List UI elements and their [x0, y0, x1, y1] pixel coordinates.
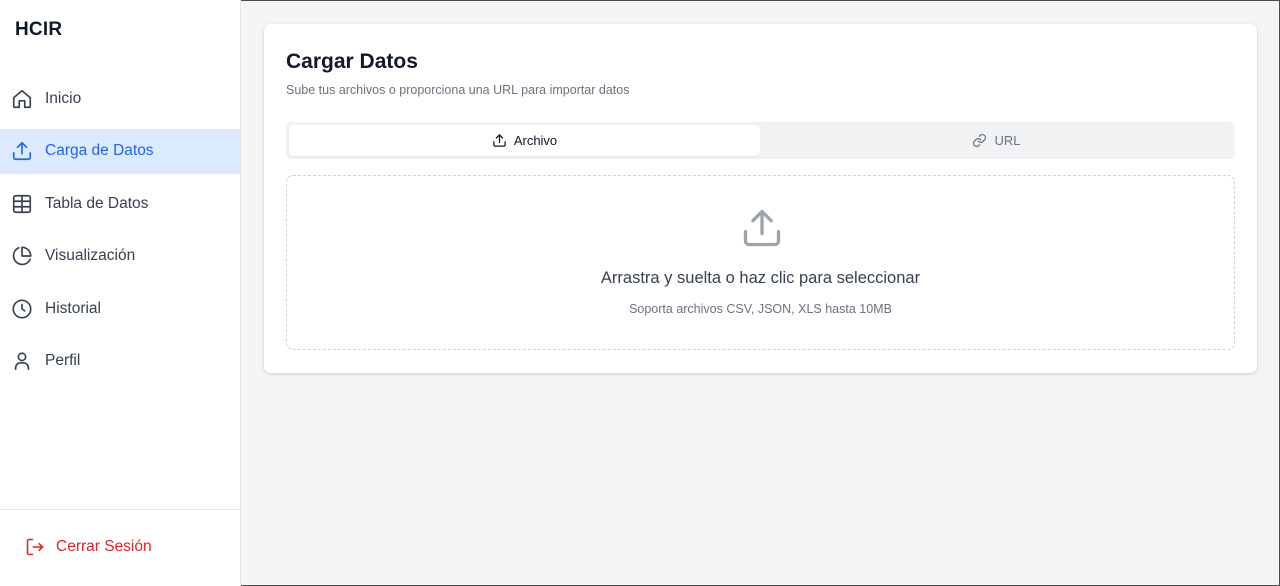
tab-archivo[interactable]: Archivo: [289, 125, 760, 156]
pie-chart-icon: [11, 245, 33, 267]
table-icon: [11, 193, 33, 215]
sidebar-item-perfil[interactable]: Perfil: [0, 339, 240, 384]
dropzone-text: Arrastra y suelta o haz clic para selecc…: [600, 269, 921, 287]
tab-label: Archivo: [513, 133, 558, 148]
file-dropzone[interactable]: Arrastra y suelta o haz clic para selecc…: [286, 175, 1235, 350]
sidebar-item-label: Historial: [45, 299, 101, 317]
upload-card: Cargar Datos Sube tus archivos o proporc…: [264, 24, 1257, 373]
sidebar-item-label: Tabla de Datos: [45, 194, 149, 212]
sidebar-item-carga-de-datos[interactable]: Carga de Datos: [0, 128, 240, 174]
sidebar-item-label: Carga de Datos: [45, 142, 154, 159]
page-subtitle: Sube tus archivos o proporciona una URL …: [286, 83, 630, 97]
upload-tabs: Archivo URL: [286, 122, 1235, 159]
upload-icon: [740, 206, 784, 250]
sidebar-item-label: Inicio: [45, 89, 82, 107]
sidebar-item-inicio[interactable]: Inicio: [0, 76, 240, 121]
sidebar: HCIR Inicio Carga de Datos Tabla de Dato…: [0, 0, 241, 586]
sidebar-item-historial[interactable]: Historial: [0, 286, 240, 331]
upload-icon: [11, 140, 33, 162]
clock-icon: [11, 298, 33, 320]
tab-label: URL: [994, 133, 1021, 148]
logout-button[interactable]: Cerrar Sesión: [25, 537, 152, 557]
home-icon: [11, 88, 33, 110]
user-icon: [11, 350, 33, 372]
dropzone-hint: Soporta archivos CSV, JSON, XLS hasta 10…: [629, 302, 892, 316]
logout-label: Cerrar Sesión: [56, 538, 152, 555]
sidebar-item-visualizacion[interactable]: Visualización: [0, 234, 240, 279]
link-icon: [972, 133, 987, 148]
app-brand: HCIR: [15, 19, 63, 40]
tab-url[interactable]: URL: [761, 125, 1232, 156]
sidebar-nav: Inicio Carga de Datos Tabla de Datos Vis…: [0, 76, 240, 391]
logout-icon: [25, 537, 45, 557]
page-title: Cargar Datos: [286, 50, 418, 73]
upload-icon: [492, 133, 507, 148]
sidebar-item-tabla-de-datos[interactable]: Tabla de Datos: [0, 181, 240, 226]
sidebar-item-label: Visualización: [45, 247, 136, 264]
sidebar-item-label: Perfil: [45, 352, 81, 369]
sidebar-footer: Cerrar Sesión: [0, 509, 240, 586]
